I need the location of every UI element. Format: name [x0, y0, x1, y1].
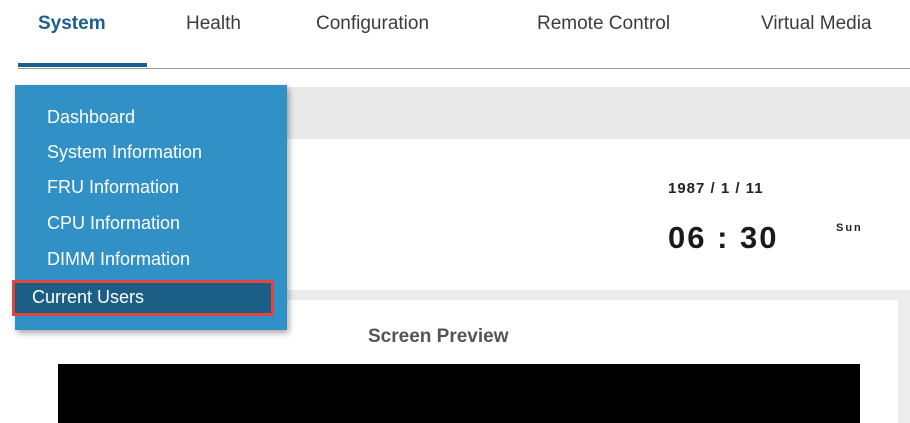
top-navigation: System Health Configuration Remote Contr… [0, 0, 910, 70]
menu-item-dimm-information[interactable]: DIMM Information [47, 247, 190, 271]
menu-item-system-information[interactable]: System Information [47, 140, 202, 164]
menu-item-dashboard[interactable]: Dashboard [47, 105, 135, 129]
menu-item-fru-information[interactable]: FRU Information [47, 175, 179, 199]
menu-item-current-users[interactable]: Current Users [12, 280, 274, 316]
screen-preview-title: Screen Preview [368, 326, 509, 347]
tab-system[interactable]: System [38, 9, 106, 39]
tab-health[interactable]: Health [186, 9, 241, 39]
day-display: Sun [836, 222, 863, 234]
tab-configuration[interactable]: Configuration [316, 9, 429, 39]
time-display: 06 : 30 [668, 220, 779, 255]
menu-item-cpu-information[interactable]: CPU Information [47, 211, 180, 235]
tab-remote-control[interactable]: Remote Control [537, 9, 670, 39]
tab-virtual-media[interactable]: Virtual Media [761, 9, 872, 39]
system-dropdown-menu: Dashboard System Information FRU Informa… [12, 85, 287, 330]
active-tab-underline [18, 63, 147, 67]
page: System Health Configuration Remote Contr… [0, 0, 910, 423]
date-display: 1987 / 1 / 11 [668, 180, 764, 197]
screen-preview-display[interactable] [58, 364, 860, 423]
nav-divider [18, 68, 910, 69]
